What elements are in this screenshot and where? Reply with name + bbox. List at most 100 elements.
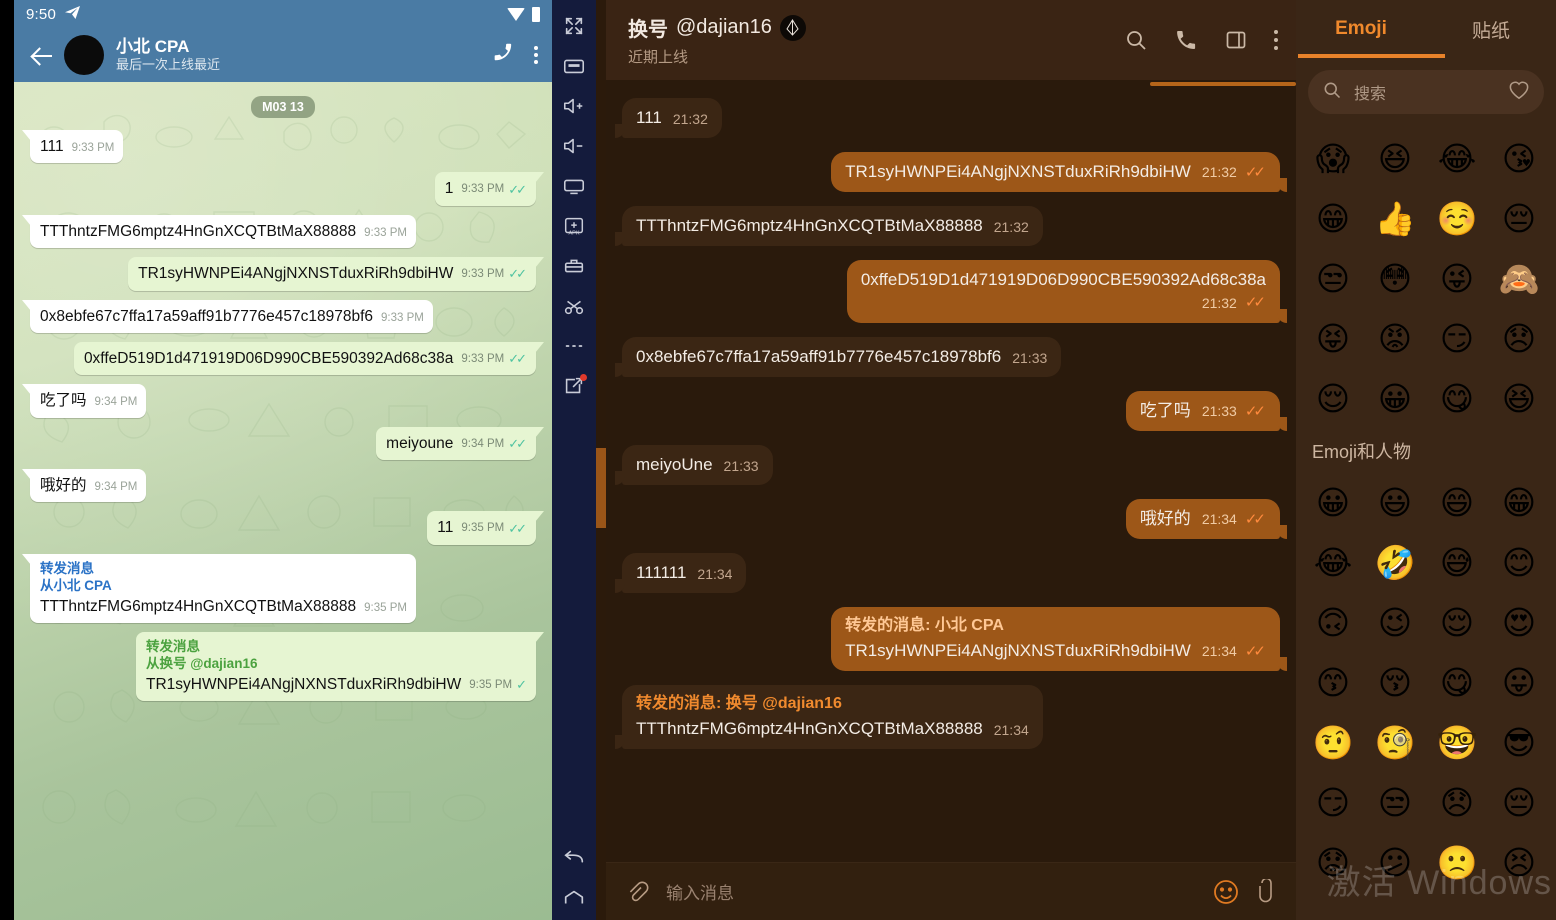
emoji-people-item[interactable]: 🤨: [1302, 712, 1364, 772]
emoji-panel-tabs[interactable]: Emoji 贴纸: [1296, 0, 1556, 58]
whatsapp-message-bubble[interactable]: 1 9:33 PM ✓✓: [434, 172, 545, 206]
heart-icon[interactable]: [1508, 80, 1530, 105]
more-options-icon[interactable]: [552, 326, 596, 366]
search-icon[interactable]: [1124, 28, 1148, 52]
emoji-people-item[interactable]: 🧐: [1364, 712, 1426, 772]
whatsapp-message-bubble[interactable]: meiyoune 9:34 PM ✓✓: [376, 426, 544, 460]
emoji-people-item[interactable]: 😂: [1302, 532, 1364, 592]
whatsapp-message-list[interactable]: M03 13 111 9:33 PM 1 9:33 PM ✓✓ TTThntzFMG6mp…: [14, 82, 552, 920]
emoji-people-item[interactable]: 😣: [1488, 832, 1550, 892]
whatsapp-message-bubble[interactable]: 11 9:35 PM ✓✓: [427, 511, 544, 545]
attachment-icon[interactable]: [1256, 878, 1278, 905]
emoji-recent-section[interactable]: 😱 😆 😂 😘 😁 👍 ☺️ 😔 😒 😳 😜 🙈 😝 😡 😏 😞 😌 😀 😋 😆: [1302, 128, 1550, 428]
emoji-recent-item[interactable]: 🙈: [1488, 248, 1550, 308]
chat-scrollbar-thumb[interactable]: [596, 448, 606, 528]
emoji-recent-item[interactable]: 😋: [1426, 368, 1488, 428]
telegram-message-bubble[interactable]: 哦好的 21:34 ✓✓: [1125, 499, 1288, 540]
emoji-recent-item[interactable]: 😆: [1364, 128, 1426, 188]
whatsapp-message-bubble[interactable]: 0x8ebfe67c7ffa17a59aff91b7776e457c18978b…: [22, 299, 433, 333]
whatsapp-message-bubble[interactable]: TTThntzFMG6mptz4HnGnXCQTBtMaX88888 9:33 P…: [22, 214, 416, 249]
telegram-message-bubble[interactable]: 0x8ebfe67c7ffa17a59aff91b7776e457c18978b…: [614, 336, 1062, 378]
emoji-people-item[interactable]: 🤓: [1426, 712, 1488, 772]
whatsapp-message-bubble[interactable]: 吃了吗 9:34 PM: [21, 384, 147, 418]
whatsapp-message-bubble[interactable]: 转发消息 从小北 CPA TTThntzFMG6mptz4HnGnXCQTBtMaX…: [22, 553, 416, 623]
emoji-people-section[interactable]: 😀 😃 😄 😁 😂 🤣 😅 😊 🙃 😉 😌 😍 😙 😚 😋 😛 🤨 🧐 🤓 😎 😏 😒 😞 😔 😟 😕 🙁 😣: [1302, 472, 1550, 892]
overflow-menu-icon[interactable]: [1274, 30, 1278, 50]
back-arrow-icon[interactable]: [24, 38, 58, 72]
emoji-people-item[interactable]: 😛: [1488, 652, 1550, 712]
emoji-recent-item[interactable]: 😳: [1364, 248, 1426, 308]
emoji-recent-item[interactable]: 😜: [1426, 248, 1488, 308]
fullscreen-icon[interactable]: [552, 6, 596, 46]
emoji-people-item[interactable]: 😙: [1302, 652, 1364, 712]
emoji-people-item[interactable]: 😋: [1426, 652, 1488, 712]
chat-scrollbar[interactable]: [596, 0, 606, 920]
emoji-smiley-icon[interactable]: [1212, 878, 1240, 906]
tab-emoji[interactable]: Emoji: [1296, 0, 1426, 58]
telegram-message-bubble[interactable]: 111 21:32: [615, 98, 722, 139]
emoji-recent-item[interactable]: 😏: [1426, 308, 1488, 368]
emoji-people-item[interactable]: 😞: [1426, 772, 1488, 832]
emoji-grid[interactable]: 😱 😆 😂 😘 😁 👍 ☺️ 😔 😒 😳 😜 🙈 😝 😡 😏 😞 😌 😀 😋 😆 Emoji和人物 😀 😃 😄 😁 😂 🤣 😅 😊 🙃…: [1296, 122, 1556, 920]
telegram-message-bubble[interactable]: TTThntzFMG6mptz4HnGnXCQTBtMaX88888 21:32: [615, 206, 1043, 247]
emoji-recent-item[interactable]: ☺️: [1426, 188, 1488, 248]
emoji-people-item[interactable]: 😉: [1364, 592, 1426, 652]
emoji-people-item[interactable]: 😄: [1426, 472, 1488, 532]
install-apk-icon[interactable]: APK: [552, 206, 596, 246]
volume-down-icon[interactable]: [552, 126, 596, 166]
whatsapp-message-bubble[interactable]: 0xffeD519D1d471919D06D990CBE590392Ad68c3…: [73, 341, 545, 376]
message-input-bar[interactable]: 输入消息: [606, 862, 1296, 920]
contact-avatar[interactable]: [64, 35, 104, 75]
volume-up-icon[interactable]: [552, 86, 596, 126]
paperclip-spiral-icon[interactable]: [624, 879, 650, 905]
emoji-recent-item[interactable]: 😒: [1302, 248, 1364, 308]
emoji-people-item[interactable]: 😎: [1488, 712, 1550, 772]
telegram-message-bubble[interactable]: 吃了吗 21:33 ✓✓: [1125, 390, 1288, 432]
emoji-people-item[interactable]: 😔: [1488, 772, 1550, 832]
emoji-picker-panel[interactable]: Emoji 贴纸 搜索 😱😆😂😘😁👍☺️😔😒😳😜🙈😝😡😏😞😌�: [1296, 0, 1556, 920]
back-nav-icon[interactable]: [552, 840, 596, 880]
whatsapp-message-bubble[interactable]: 111 9:33 PM: [21, 130, 124, 164]
emoji-people-item[interactable]: 😏: [1302, 772, 1364, 832]
overflow-menu-icon[interactable]: [534, 46, 538, 64]
emoji-recent-item[interactable]: 😁: [1302, 188, 1364, 248]
emoji-people-item[interactable]: 😚: [1364, 652, 1426, 712]
tab-stickers[interactable]: 贴纸: [1426, 0, 1556, 58]
keyboard-icon[interactable]: [552, 46, 596, 86]
emoji-people-item[interactable]: 😟: [1302, 832, 1364, 892]
whatsapp-message-bubble[interactable]: TR1syHWNPEi4ANgjNXNSTduxRiRh9dbiHW 9:33 P…: [128, 257, 544, 291]
emoji-search-box[interactable]: 搜索: [1308, 70, 1544, 114]
emoji-people-item[interactable]: 🤣: [1364, 532, 1426, 592]
emoji-search-placeholder[interactable]: 搜索: [1354, 80, 1496, 104]
share-icon[interactable]: [552, 366, 596, 406]
emoji-people-item[interactable]: 😃: [1364, 472, 1426, 532]
telegram-message-bubble[interactable]: TR1syHWNPEi4ANgjNXNSTduxRiRh9dbiHW 21:32 ✓…: [831, 152, 1287, 193]
emoji-recent-item[interactable]: 😱: [1302, 128, 1364, 188]
emoji-people-item[interactable]: 🙁: [1426, 832, 1488, 892]
emoji-recent-item[interactable]: 😞: [1488, 308, 1550, 368]
emoji-recent-item[interactable]: 😘: [1488, 128, 1550, 188]
emoji-recent-item[interactable]: 😝: [1302, 308, 1364, 368]
emoji-people-item[interactable]: 😊: [1488, 532, 1550, 592]
emoji-people-item[interactable]: 🙃: [1302, 592, 1364, 652]
screen-icon[interactable]: [552, 166, 596, 206]
emoji-people-item[interactable]: 😍: [1488, 592, 1550, 652]
emoji-people-item[interactable]: 😀: [1302, 472, 1364, 532]
phone-icon[interactable]: [1174, 28, 1198, 52]
emoji-people-item[interactable]: 😕: [1364, 832, 1426, 892]
emoji-recent-item[interactable]: 👍: [1364, 188, 1426, 248]
emoji-recent-item[interactable]: 😔: [1488, 188, 1550, 248]
split-view-icon[interactable]: [1224, 28, 1248, 52]
emoji-recent-item[interactable]: 😀: [1364, 368, 1426, 428]
telegram-message-bubble[interactable]: 111111 21:34: [614, 553, 747, 594]
scissors-icon[interactable]: [552, 286, 596, 326]
emoji-recent-item[interactable]: 😂: [1426, 128, 1488, 188]
phone-icon[interactable]: [492, 41, 514, 69]
whatsapp-message-bubble[interactable]: 哦好的 9:34 PM: [21, 469, 147, 503]
emoji-people-item[interactable]: 😅: [1426, 532, 1488, 592]
telegram-message-bubble[interactable]: 转发的消息: 小北 CPA TR1syHWNPEi4ANgjNXNSTduxRiR…: [831, 607, 1287, 672]
telegram-message-list[interactable]: 111 21:32 TR1syHWNPEi4ANgjNXNSTduxRiRh9dbi…: [606, 80, 1296, 862]
emoji-people-item[interactable]: 😌: [1426, 592, 1488, 652]
emoji-recent-item[interactable]: 😌: [1302, 368, 1364, 428]
home-nav-icon[interactable]: [552, 880, 596, 920]
